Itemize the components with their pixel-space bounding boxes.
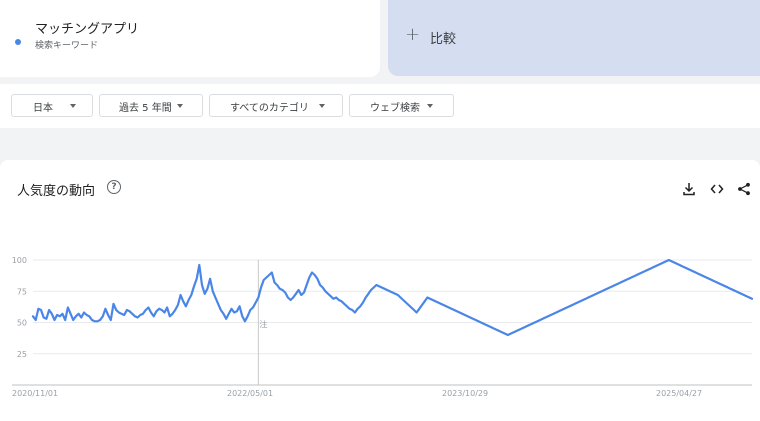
compare-card[interactable]: + 比較 [388,0,760,76]
series-line [31,258,754,337]
search-type-filter-dropdown[interactable]: ウェブ検索 [349,94,454,117]
y-tick-label: 25 [17,350,27,359]
x-tick-label: 2023/10/29 [442,389,488,398]
series-color-dot [15,39,21,45]
x-tick-label: 2025/04/27 [656,389,702,398]
interest-line-chart: 25 50 75 100 2020/11/01 2022/05/01 2023/10/29 2… [12,256,754,398]
x-tick-label: 2022/05/01 [227,389,273,398]
chevron-down-icon [427,104,433,108]
filter-bar: 日本 過去 5 年間 すべてのカテゴリ ウェブ検索 [0,84,760,128]
chevron-down-icon [319,104,325,108]
search-term-card[interactable]: マッチングアプリ 検索キーワード [0,0,380,77]
region-filter-label: 日本 [33,103,53,114]
compare-label: 比較 [430,32,457,47]
time-range-filter-label: 過去 5 年間 [119,103,172,114]
search-type-filter-label: ウェブ検索 [370,103,420,114]
category-filter-dropdown[interactable]: すべてのカテゴリ [209,94,343,117]
chevron-down-icon [177,104,183,108]
x-tick-label: 2020/11/01 [12,389,58,398]
search-term-type: 検索キーワード [35,41,99,51]
y-tick-label: 100 [12,256,27,265]
annotation-marker: 注 [259,319,267,329]
time-range-filter-dropdown[interactable]: 過去 5 年間 [99,94,203,117]
y-tick-label: 75 [17,287,27,296]
plus-icon: + [405,24,421,45]
search-term-name[interactable]: マッチングアプリ [35,18,139,37]
y-tick-label: 50 [17,319,27,328]
interest-over-time-panel: 人気度の動向 ? 25 50 75 100 2020/11/01 2022/05/01 20… [0,160,760,421]
category-filter-label: すべてのカテゴリ [230,103,309,114]
chevron-down-icon [70,104,76,108]
region-filter-dropdown[interactable]: 日本 [11,94,93,117]
